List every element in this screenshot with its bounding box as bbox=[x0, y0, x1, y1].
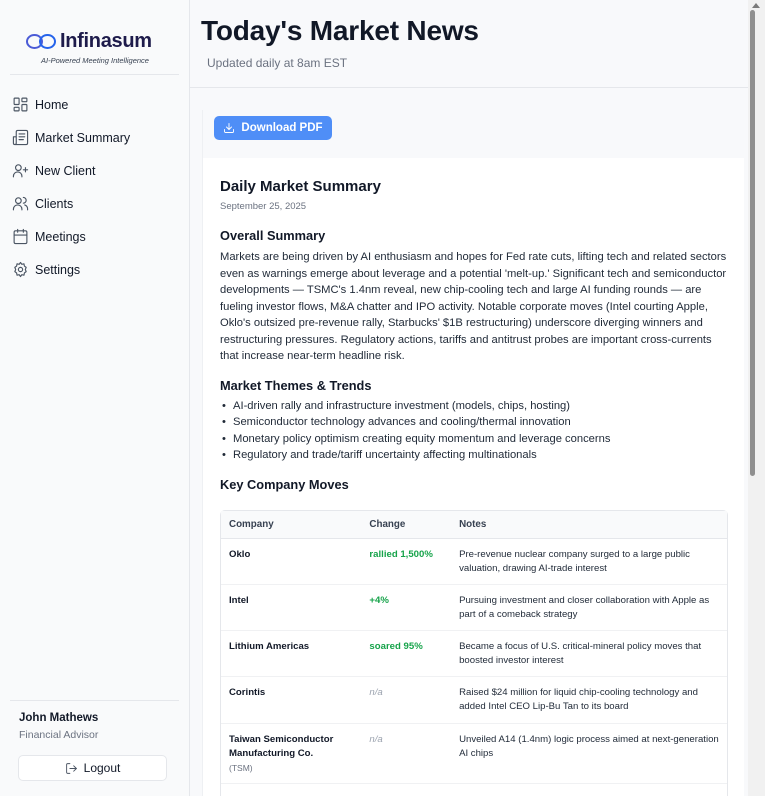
sidebar-item-settings[interactable]: Settings bbox=[12, 253, 182, 286]
list-item: Monetary policy optimism creating equity… bbox=[220, 431, 728, 448]
sidebar-item-label: Market Summary bbox=[35, 130, 131, 145]
infinity-logo-icon bbox=[26, 31, 60, 51]
summary-title: Daily Market Summary bbox=[220, 178, 381, 195]
change-cell: n/a bbox=[369, 734, 383, 745]
scrollbar-thumb[interactable] bbox=[750, 10, 755, 476]
column-header-notes: Notes bbox=[459, 519, 487, 530]
user-role: Financial Advisor bbox=[19, 729, 99, 741]
column-header-change: Change bbox=[369, 519, 406, 530]
market-summary-panel: Download PDF Daily Market Summary Septem… bbox=[202, 110, 745, 796]
home-grid-icon bbox=[13, 97, 28, 112]
change-cell: +4% bbox=[369, 595, 389, 606]
brand-logo[interactable]: Infinasum bbox=[26, 28, 152, 54]
sidebar-nav: Home Market Summary New Client Clients M… bbox=[12, 88, 182, 286]
change-cell: n/a bbox=[369, 687, 383, 698]
notes-cell: Unveiled A14 (1.4nm) logic process aimed… bbox=[459, 734, 719, 759]
sidebar-item-home[interactable]: Home bbox=[12, 88, 182, 121]
download-pdf-button[interactable]: Download PDF bbox=[214, 116, 332, 140]
calendar-icon bbox=[13, 228, 28, 245]
sidebar-item-label: Meetings bbox=[35, 229, 86, 244]
users-icon bbox=[12, 196, 29, 211]
ticker-label: (TSM) bbox=[229, 763, 253, 773]
table-row: Corintis n/a Raised $24 million for liqu… bbox=[221, 677, 727, 724]
sidebar: Infinasum AI-Powered Meeting Intelligenc… bbox=[0, 0, 190, 796]
sidebar-item-new-client[interactable]: New Client bbox=[12, 154, 182, 187]
company-moves-heading: Key Company Moves bbox=[220, 476, 349, 492]
logout-icon bbox=[65, 762, 77, 774]
list-item: AI-driven rally and infrastructure inves… bbox=[220, 398, 728, 415]
brand-tagline: AI-Powered Meeting Intelligence bbox=[41, 56, 149, 65]
change-cell: rallied 1,500% bbox=[369, 549, 433, 560]
list-item: Regulatory and trade/tariff uncertainty … bbox=[220, 447, 728, 464]
user-name: John Mathews bbox=[19, 712, 99, 724]
table-header: Company Change Notes bbox=[221, 511, 727, 539]
logout-button[interactable]: Logout bbox=[18, 755, 167, 781]
sidebar-divider bbox=[10, 74, 179, 75]
scroll-up-arrow-icon[interactable] bbox=[752, 3, 760, 8]
sidebar-item-label: Clients bbox=[35, 196, 74, 211]
brand-name: Infinasum bbox=[60, 29, 152, 52]
notes-cell: Raised $24 million for liquid chip-cooli… bbox=[459, 687, 698, 712]
table-row: Taiwan Semiconductor Manufacturing Co. (T… bbox=[221, 724, 727, 784]
company-moves-table: Company Change Notes Oklo rallied 1,500%… bbox=[220, 510, 728, 796]
table-row: Lithium Americas soared 95% Became a foc… bbox=[221, 631, 727, 677]
themes-heading: Market Themes & Trends bbox=[220, 377, 372, 393]
overall-summary-heading: Overall Summary bbox=[220, 228, 326, 243]
user-plus-icon bbox=[12, 164, 29, 178]
company-cell: Corintis bbox=[229, 687, 266, 698]
download-icon bbox=[224, 123, 235, 133]
change-cell: soared 95% bbox=[369, 641, 423, 652]
page-title: Today's Market News bbox=[201, 15, 479, 46]
table-row bbox=[221, 784, 727, 796]
page-subtitle: Updated daily at 8am EST bbox=[207, 56, 348, 70]
table-row: Oklo rallied 1,500% Pre-revenue nuclear … bbox=[221, 539, 727, 585]
company-cell: Intel bbox=[229, 595, 249, 606]
company-cell: Taiwan Semiconductor Manufacturing Co. (T… bbox=[221, 724, 369, 783]
sidebar-item-market-summary[interactable]: Market Summary bbox=[12, 121, 182, 154]
notes-cell: Pursuing investment and closer collabora… bbox=[459, 595, 710, 620]
download-pdf-label: Download PDF bbox=[241, 122, 323, 134]
main-content: Today's Market News Updated daily at 8am… bbox=[190, 0, 748, 796]
sidebar-item-meetings[interactable]: Meetings bbox=[12, 220, 182, 253]
sidebar-item-label: Settings bbox=[35, 262, 81, 277]
company-cell: Lithium Americas bbox=[229, 641, 310, 652]
notes-cell: Pre-revenue nuclear company surged to a … bbox=[459, 549, 690, 574]
gear-icon bbox=[14, 261, 27, 278]
sidebar-item-clients[interactable]: Clients bbox=[12, 187, 182, 220]
summary-date: September 25, 2025 bbox=[220, 201, 307, 212]
newspaper-icon bbox=[12, 129, 29, 146]
header-divider bbox=[190, 87, 748, 88]
column-header-company: Company bbox=[229, 519, 274, 530]
overall-summary-text: Markets are being driven by AI enthusias… bbox=[220, 251, 727, 362]
logout-label: Logout bbox=[83, 761, 121, 775]
list-item: Semiconductor technology advances and co… bbox=[220, 414, 728, 431]
themes-list: AI-driven rally and infrastructure inves… bbox=[220, 398, 728, 464]
notes-cell: Became a focus of U.S. critical-mineral … bbox=[459, 641, 702, 666]
sidebar-item-label: New Client bbox=[35, 163, 96, 178]
table-row: Intel +4% Pursuing investment and closer… bbox=[221, 585, 727, 631]
panel-toolbar: Download PDF bbox=[203, 110, 745, 158]
summary-document: Daily Market Summary September 25, 2025 … bbox=[220, 178, 728, 796]
sidebar-divider bbox=[10, 700, 179, 701]
company-cell: Oklo bbox=[229, 549, 251, 560]
sidebar-item-label: Home bbox=[35, 97, 69, 112]
page-scrollbar[interactable] bbox=[748, 0, 765, 796]
